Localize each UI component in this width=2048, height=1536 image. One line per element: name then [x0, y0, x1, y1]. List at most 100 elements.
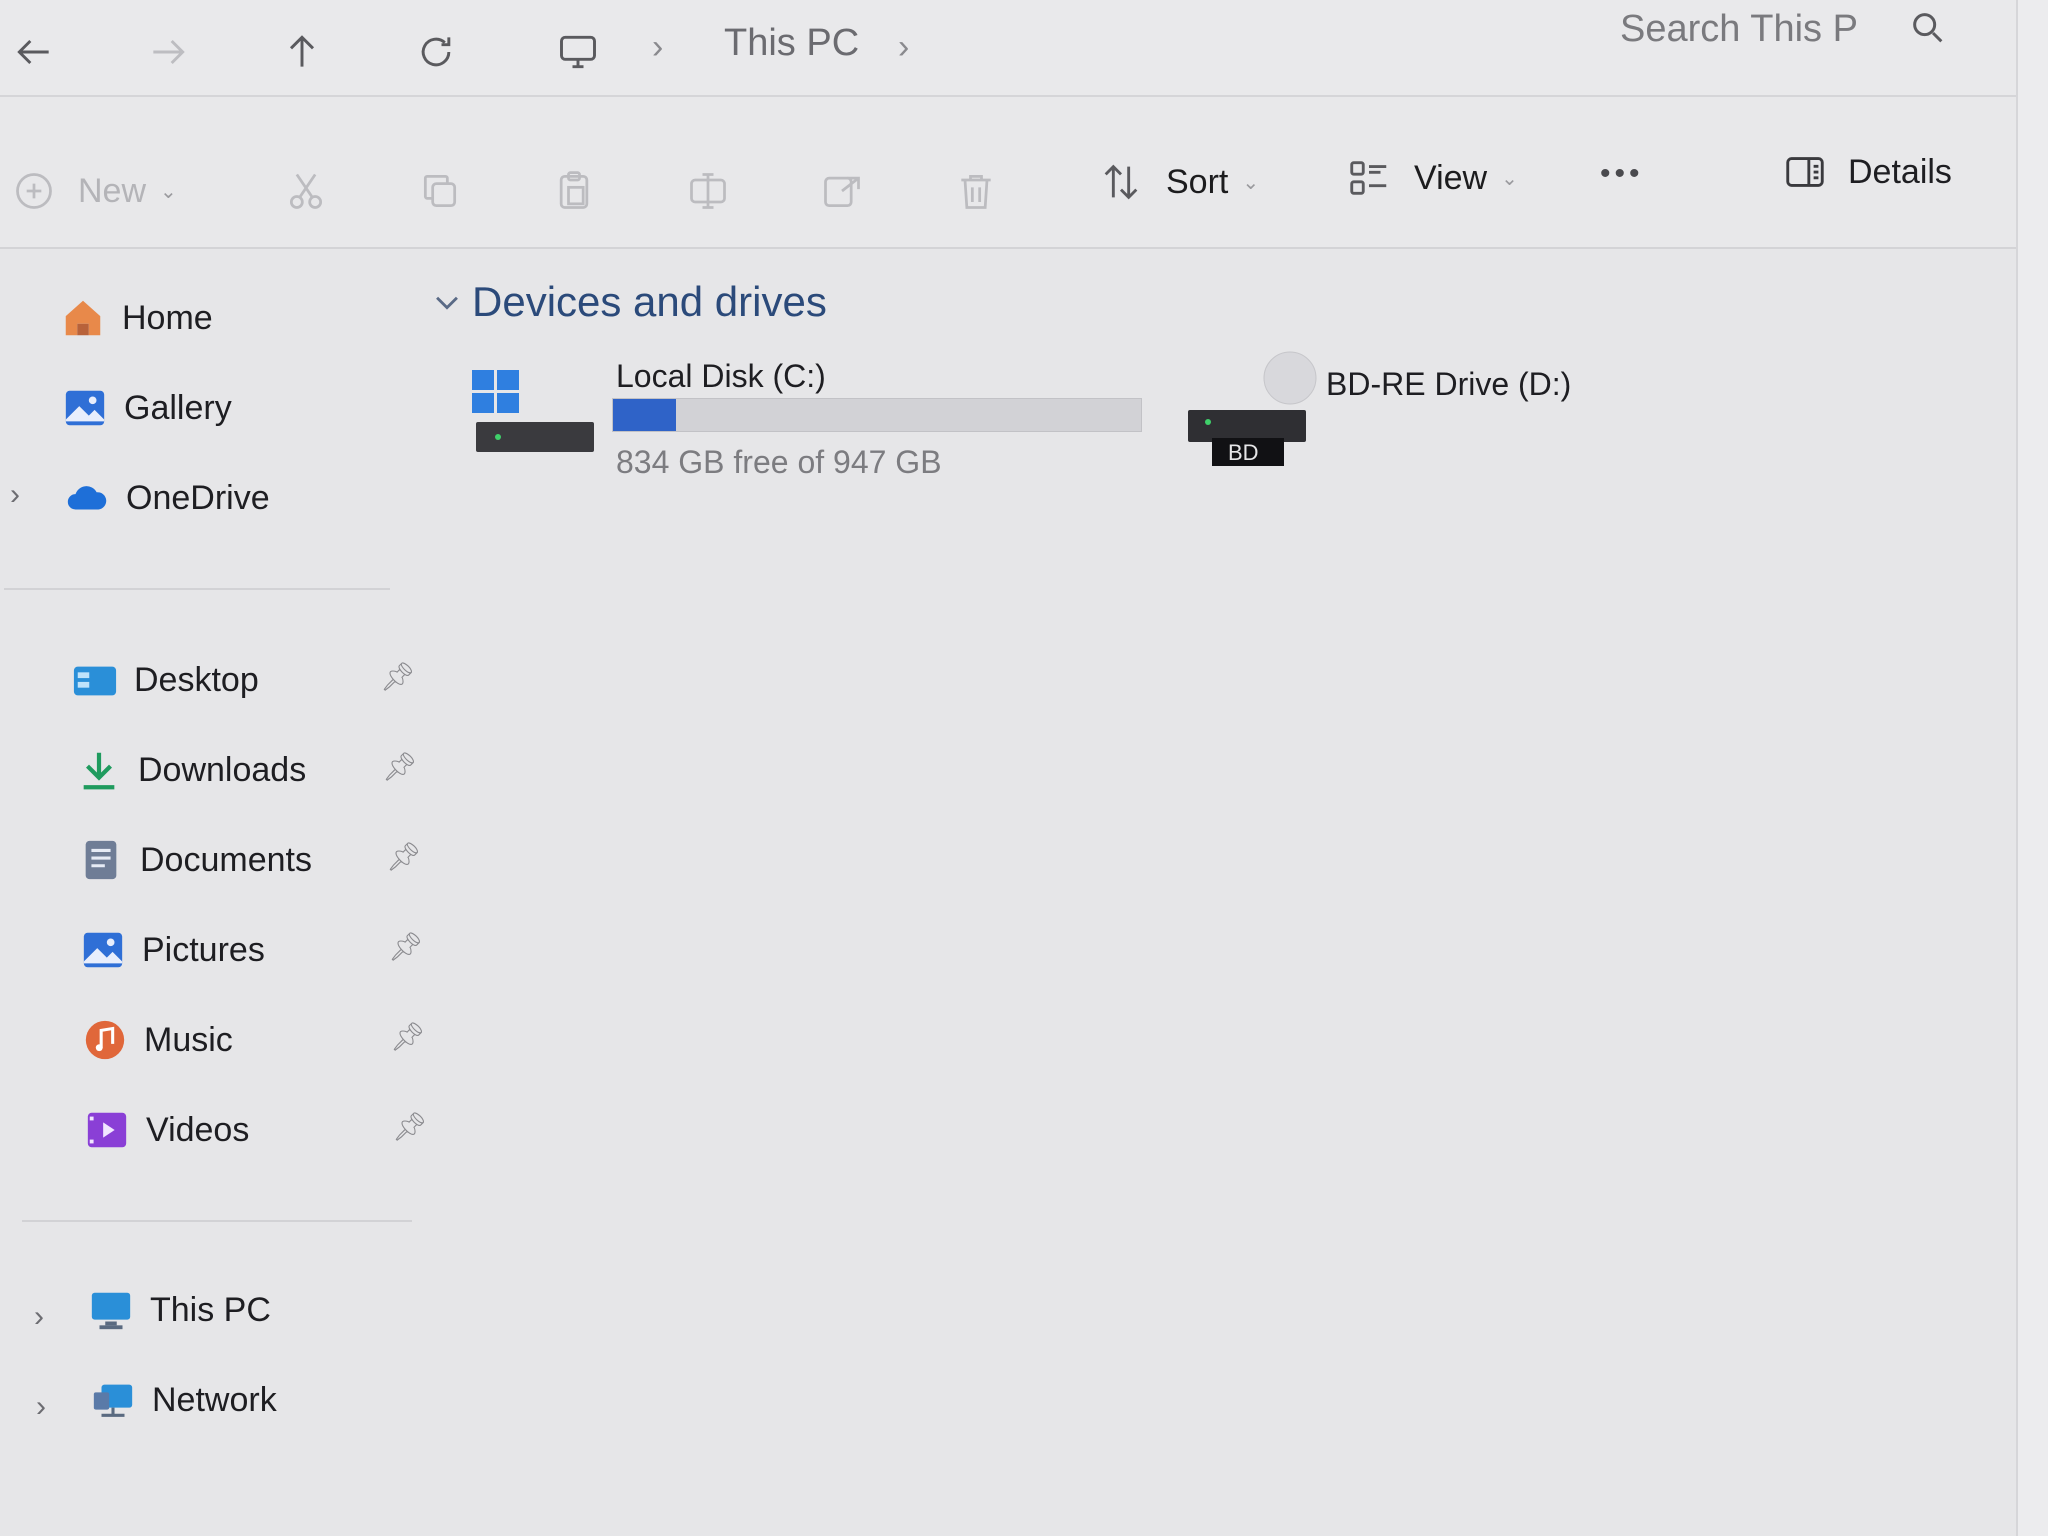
chevron-right-icon[interactable]: › [36, 1390, 46, 1424]
breadcrumb-separator: › [652, 28, 664, 66]
sidebar-item-label: Pictures [142, 930, 265, 969]
breadcrumb-dropdown-chevron[interactable]: › [898, 28, 909, 67]
rename-button[interactable] [686, 169, 730, 213]
sidebar-item-label: Documents [140, 840, 312, 879]
paste-button[interactable] [552, 169, 596, 213]
pin-icon[interactable]: 📌︎ [388, 930, 424, 963]
sidebar-item-music[interactable]: Music [82, 1010, 233, 1070]
network-icon [90, 1377, 136, 1423]
section-title: Devices and drives [472, 278, 827, 325]
view-button[interactable]: View ⌄ [1346, 155, 1518, 201]
chevron-down-icon: ⌄ [1242, 171, 1260, 194]
gallery-icon [62, 385, 108, 431]
music-icon [82, 1017, 128, 1063]
sidebar-item-label: Network [152, 1380, 277, 1419]
sidebar-item-label: Gallery [124, 388, 232, 427]
forward-button[interactable] [138, 22, 198, 82]
pin-icon[interactable]: 📌︎ [380, 660, 416, 693]
window-right-edge [2016, 0, 2048, 1536]
details-pane-icon [1786, 157, 1824, 187]
drive-free-space: 834 GB free of 947 GB [616, 444, 942, 480]
sidebar-item-downloads[interactable]: Downloads [76, 740, 306, 800]
sidebar-item-desktop[interactable]: Desktop [72, 650, 259, 710]
pin-icon[interactable]: 📌︎ [386, 840, 422, 873]
documents-icon [78, 837, 124, 883]
drive-usage-fill [613, 399, 677, 431]
chevron-down-icon: ⌄ [160, 180, 177, 203]
this-pc-icon [88, 1287, 134, 1333]
forward-arrow-icon [153, 39, 185, 65]
chevron-down-icon: ⌄ [1501, 167, 1518, 190]
scissors-icon [289, 173, 323, 209]
back-arrow-icon [17, 39, 49, 65]
chevron-down-icon [436, 296, 458, 310]
home-icon [60, 295, 106, 341]
sort-button-label: Sort [1166, 162, 1229, 201]
refresh-button[interactable] [406, 22, 466, 82]
more-options-icon: ••• [1600, 157, 1644, 190]
sidebar-item-videos[interactable]: Videos [84, 1100, 249, 1160]
pin-icon[interactable]: 📌︎ [390, 1020, 426, 1053]
details-pane-button[interactable]: Details [1782, 149, 1952, 195]
sidebar-item-this-pc[interactable]: This PC [88, 1280, 271, 1340]
cut-button[interactable] [284, 169, 328, 213]
sidebar-item-label: Music [144, 1020, 233, 1059]
downloads-icon [76, 747, 122, 793]
sidebar-item-documents[interactable]: Documents [78, 830, 312, 890]
trash-icon [961, 174, 991, 209]
sidebar-item-label: OneDrive [126, 478, 270, 517]
this-pc-location-button[interactable] [548, 22, 608, 82]
sort-icon [1104, 164, 1138, 200]
sidebar-divider [4, 588, 390, 590]
breadcrumb-this-pc[interactable]: This PC [724, 22, 859, 65]
delete-button[interactable] [954, 169, 998, 213]
pin-icon[interactable]: 📌︎ [382, 750, 418, 783]
back-button[interactable] [4, 22, 64, 82]
new-button-label: New [78, 171, 147, 210]
paste-icon [559, 171, 589, 209]
devices-and-drives-header[interactable]: Devices and drives [430, 278, 827, 326]
sidebar-item-label: Downloads [138, 750, 307, 789]
up-arrow-icon [289, 35, 315, 67]
onedrive-icon [64, 475, 110, 521]
windows-drive-icon [472, 370, 594, 452]
sidebar-item-gallery[interactable]: Gallery [62, 378, 232, 438]
search-box[interactable]: Search This P [1600, 0, 2016, 60]
copy-icon [423, 174, 457, 208]
sidebar-item-label: Videos [146, 1110, 250, 1149]
up-button[interactable] [272, 22, 332, 82]
chevron-right-icon[interactable]: › [34, 1300, 44, 1334]
share-button[interactable] [820, 169, 864, 213]
search-input[interactable]: Search This P [1620, 8, 1858, 51]
rename-icon [690, 173, 726, 209]
refresh-icon [421, 37, 451, 67]
sidebar-item-home[interactable]: Home [60, 288, 213, 348]
bd-badge: BD [1228, 440, 1259, 465]
chevron-right-icon[interactable]: › [10, 478, 20, 512]
details-button-label: Details [1848, 152, 1952, 191]
sidebar-item-pictures[interactable]: Pictures [80, 920, 265, 980]
pictures-icon [80, 927, 126, 973]
sidebar-item-label: Home [122, 298, 213, 337]
drive-name: BD-RE Drive (D:) [1326, 366, 1572, 402]
new-button[interactable]: New ⌄ [12, 169, 177, 213]
drive-name: Local Disk (C:) [616, 358, 826, 394]
pin-icon[interactable]: 📌︎ [392, 1110, 428, 1143]
sidebar-item-label: This PC [150, 1290, 271, 1329]
sidebar-divider [22, 1220, 412, 1222]
view-button-label: View [1414, 158, 1488, 197]
drive-usage-bar [612, 398, 1142, 432]
copy-button[interactable] [418, 169, 462, 213]
view-layout-icon [1350, 161, 1387, 195]
search-icon[interactable] [1908, 8, 1948, 48]
plus-circle-icon [16, 173, 52, 209]
command-bar: New ⌄ Sort ⌄ View ⌄ ••• Details [0, 97, 2016, 249]
desktop-folder-icon [72, 657, 118, 703]
sidebar-item-onedrive[interactable]: OneDrive [64, 468, 270, 528]
more-options-button[interactable]: ••• [1600, 157, 1644, 191]
share-icon [824, 176, 860, 208]
sort-button[interactable]: Sort ⌄ [1098, 159, 1259, 205]
sidebar-item-network[interactable]: Network [90, 1370, 277, 1430]
navigation-pane: Home Gallery › OneDrive Desktop 📌︎ Downl… [0, 248, 428, 1536]
videos-icon [84, 1107, 130, 1153]
